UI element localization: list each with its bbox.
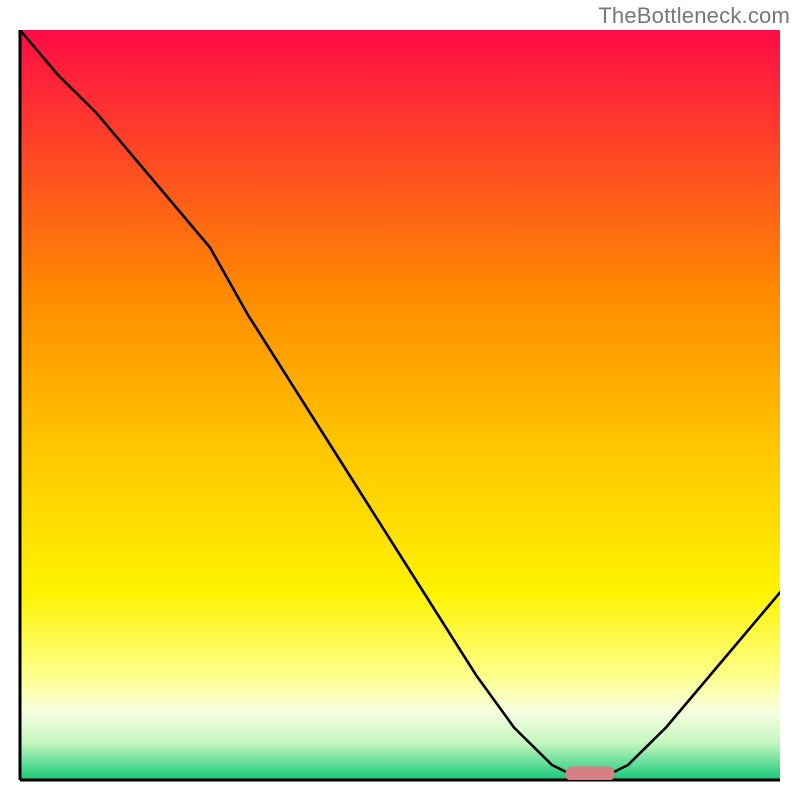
bottleneck-chart	[0, 0, 800, 800]
watermark-text: TheBottleneck.com	[598, 3, 790, 29]
recommended-marker	[565, 767, 614, 782]
plot-area	[20, 30, 780, 780]
chart-container: TheBottleneck.com	[0, 0, 800, 800]
